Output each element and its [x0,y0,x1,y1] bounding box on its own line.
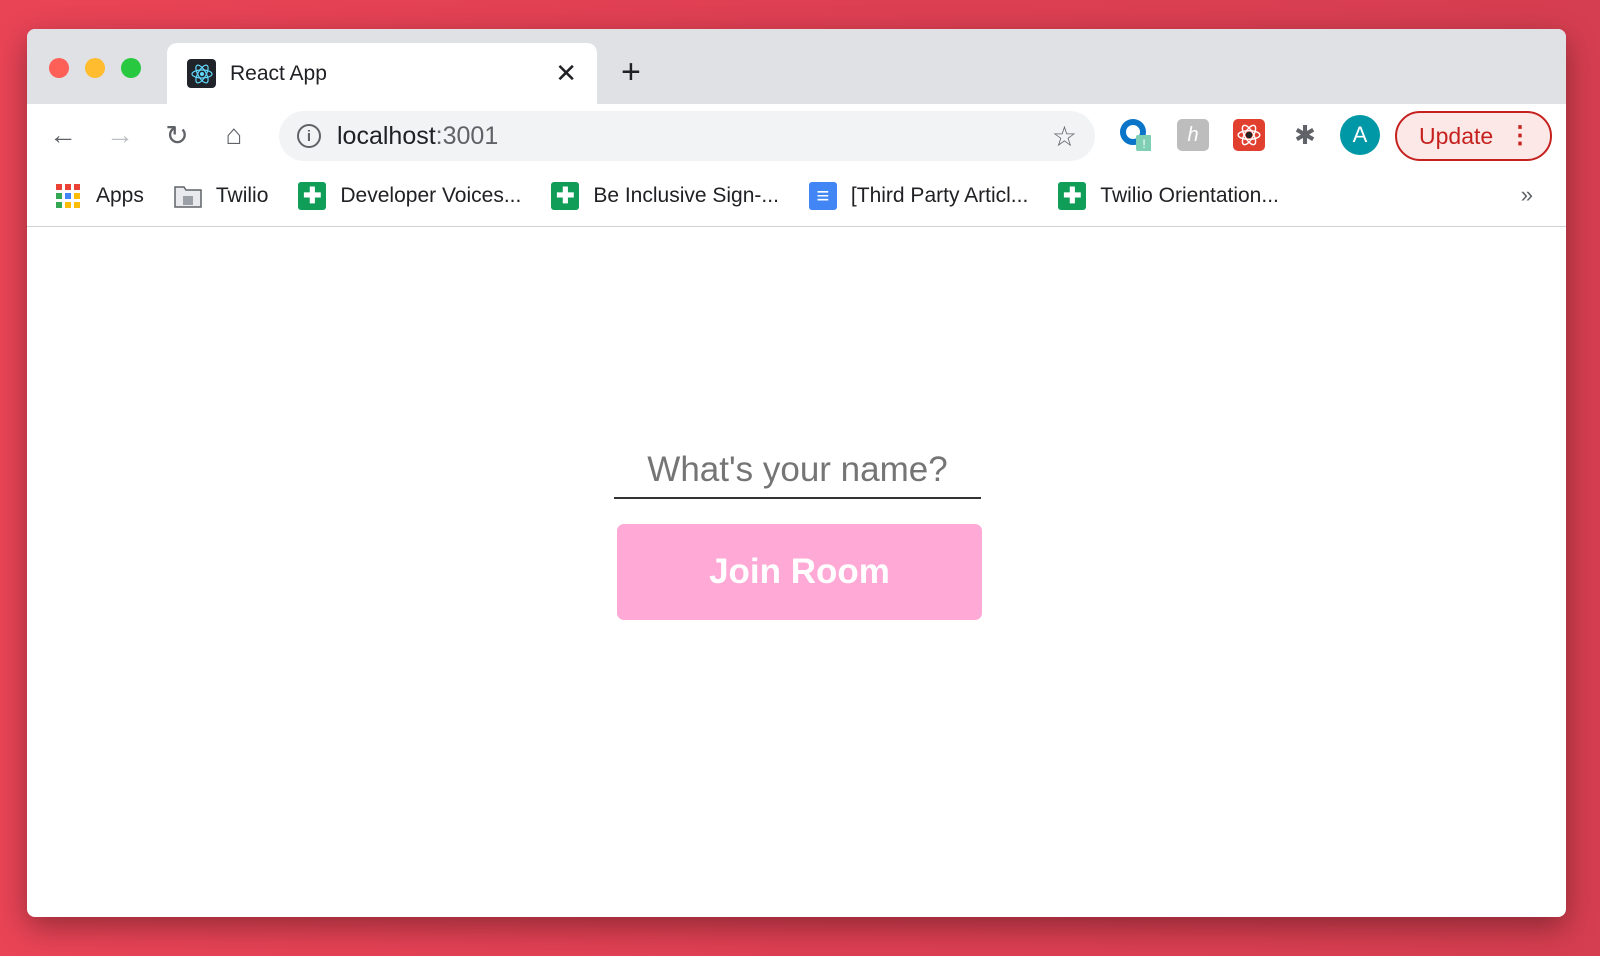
bookmark-third-party[interactable]: ≡ [Third Party Articl... [808,182,1029,210]
address-bar[interactable]: i localhost :3001 ☆ [279,111,1095,161]
react-logo-icon [187,59,216,88]
toolbar: ← → ↻ ⌂ i localhost :3001 ☆ ! h ✱ A Upda… [27,104,1566,166]
extension-h-icon[interactable]: h [1177,119,1209,151]
google-docs-icon: ≡ [808,182,837,210]
apps-grid-icon [54,182,82,210]
more-bookmarks-button[interactable]: » [1521,182,1533,208]
google-sheets-icon: ✚ [298,182,327,210]
bookmark-label: Apps [96,184,144,207]
close-tab-icon[interactable]: ✕ [555,58,577,89]
svg-text:!: ! [1142,137,1145,151]
extension-ring-icon[interactable]: ! [1119,119,1151,151]
name-input[interactable] [614,443,981,499]
url-host: localhost [337,121,436,150]
bookmark-star-icon[interactable]: ☆ [1052,120,1077,153]
folder-icon [174,182,202,210]
update-label: Update [1419,122,1494,149]
minimize-window-button[interactable] [85,58,105,78]
close-window-button[interactable] [49,58,69,78]
bookmark-developer-voices[interactable]: ✚ Developer Voices... [298,182,521,210]
bookmark-label: Developer Voices... [340,184,522,207]
tab-bar: React App ✕ + [27,29,1566,104]
update-button[interactable]: Update ⋮ [1395,111,1552,161]
bookmark-label: Be Inclusive Sign-... [593,184,779,207]
bookmark-twilio-folder[interactable]: Twilio [174,182,269,210]
bookmarks-bar: Apps Twilio ✚ Developer Voices... ✚ Be I… [27,166,1566,227]
url-port: :3001 [435,121,499,150]
new-tab-button[interactable]: + [621,53,641,92]
extension-react-debug-icon[interactable] [1233,119,1265,151]
forward-button[interactable]: → [98,113,142,157]
menu-dots-icon[interactable]: ⋮ [1508,124,1532,148]
extensions-puzzle-icon[interactable]: ✱ [1289,119,1321,151]
profile-avatar[interactable]: A [1340,115,1380,155]
page-content: Join Room [27,227,1566,917]
bookmark-label: Twilio [215,184,269,207]
bookmark-apps[interactable]: Apps [54,182,144,210]
browser-window: React App ✕ + ← → ↻ ⌂ i localhost :3001 … [27,29,1566,917]
reload-button[interactable]: ↻ [155,113,199,157]
bookmark-label: Twilio Orientation... [1100,184,1279,207]
bookmark-label: [Third Party Articl... [850,184,1029,207]
bookmark-be-inclusive[interactable]: ✚ Be Inclusive Sign-... [551,182,779,210]
tab-title: React App [230,61,327,85]
maximize-window-button[interactable] [121,58,141,78]
back-button[interactable]: ← [41,113,85,157]
google-sheets-icon: ✚ [1058,182,1087,210]
tab-react-app[interactable]: React App ✕ [167,43,597,104]
google-sheets-icon: ✚ [551,182,580,210]
home-button[interactable]: ⌂ [212,113,256,157]
info-icon[interactable]: i [297,124,321,148]
bookmark-twilio-orientation[interactable]: ✚ Twilio Orientation... [1058,182,1279,210]
join-room-button[interactable]: Join Room [617,524,982,620]
